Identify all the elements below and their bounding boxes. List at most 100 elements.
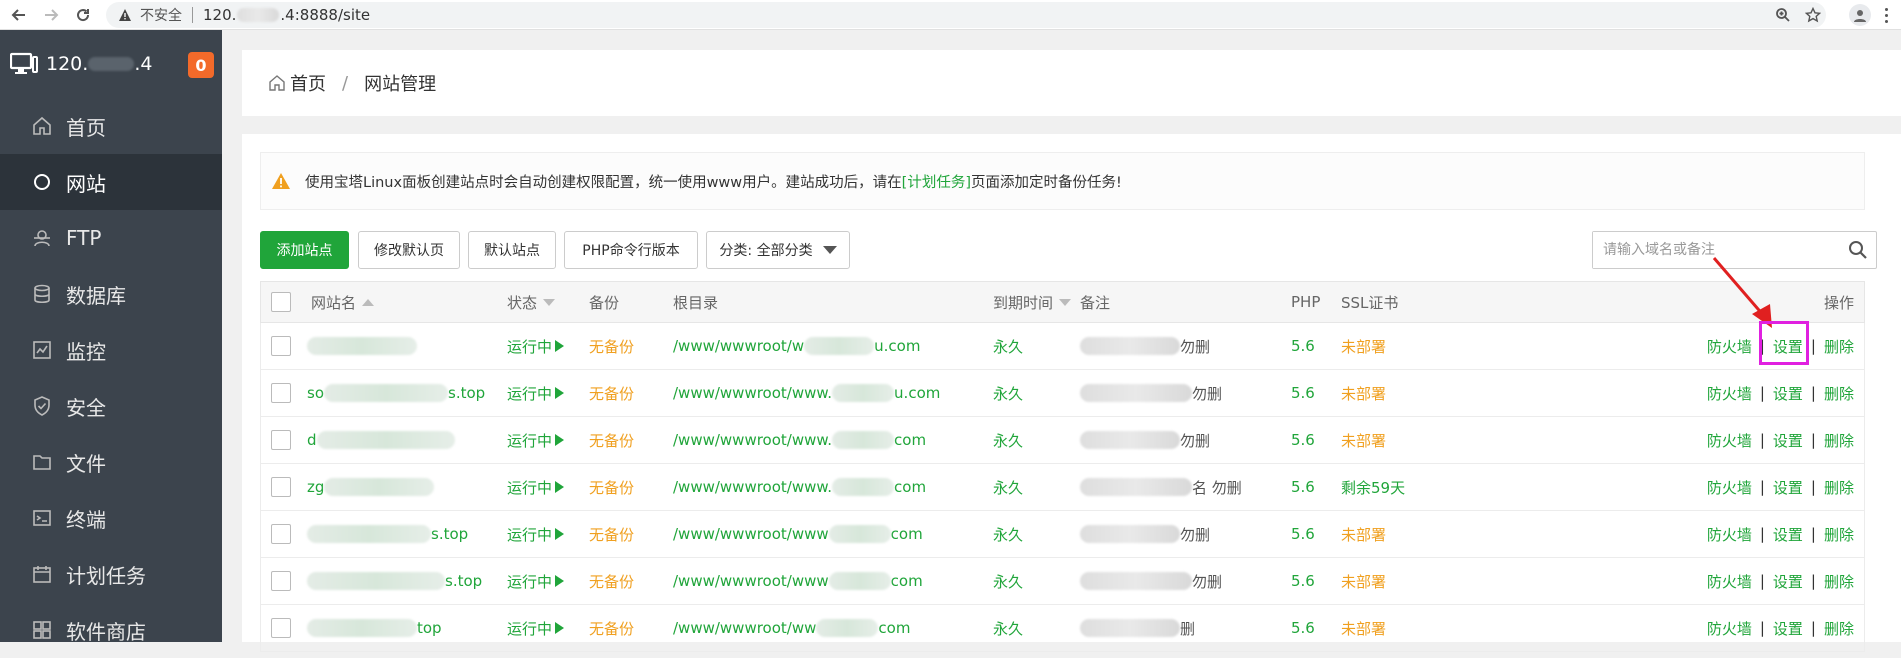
sidebar-item-terminal[interactable]: 终端 xyxy=(0,490,222,546)
add-site-button[interactable]: 添加站点 xyxy=(260,231,349,269)
status-toggle[interactable]: 运行中 xyxy=(507,464,565,510)
site-name-link[interactable]: top xyxy=(307,605,442,651)
delete-link[interactable]: 删除 xyxy=(1824,524,1854,545)
cron-task-link[interactable]: [计划任务] xyxy=(902,171,971,192)
sidebar-item-database[interactable]: 数据库 xyxy=(0,266,222,322)
backup-link[interactable]: 无备份 xyxy=(589,370,634,416)
status-toggle[interactable]: 运行中 xyxy=(507,511,565,557)
profile-avatar-icon[interactable] xyxy=(1849,4,1871,26)
backup-link[interactable]: 无备份 xyxy=(589,511,634,557)
root-path-link[interactable]: /www/wwwroot/www com xyxy=(673,511,923,557)
row-checkbox[interactable] xyxy=(271,571,291,591)
site-name-link[interactable] xyxy=(307,323,417,369)
address-bar[interactable]: 不安全 120. .4:8888/site xyxy=(106,2,1826,28)
row-checkbox[interactable] xyxy=(271,618,291,638)
expire-link[interactable]: 永久 xyxy=(993,370,1023,416)
select-all-checkbox[interactable] xyxy=(271,292,291,312)
search-input[interactable] xyxy=(1593,232,1833,268)
status-toggle[interactable]: 运行中 xyxy=(507,323,565,369)
remark-cell[interactable]: 勿删 xyxy=(1080,370,1222,416)
php-version-link[interactable]: 5.6 xyxy=(1291,370,1315,416)
breadcrumb-home-link[interactable]: 首页 xyxy=(290,70,326,96)
default-site-button[interactable]: 默认站点 xyxy=(468,231,556,269)
sidebar-item-app-store[interactable]: 软件商店 xyxy=(0,602,222,658)
remark-cell[interactable]: 名 勿删 xyxy=(1080,464,1242,510)
settings-link[interactable]: 设置 xyxy=(1773,524,1803,545)
zoom-icon[interactable] xyxy=(1770,2,1796,28)
forward-icon[interactable] xyxy=(38,2,64,28)
firewall-link[interactable]: 防火墙 xyxy=(1707,336,1752,357)
sort-by-name[interactable]: 网站名 xyxy=(311,282,375,322)
sidebar-item-home[interactable]: 首页 xyxy=(0,98,222,154)
sidebar-item-ftp[interactable]: FTP xyxy=(0,210,222,266)
settings-link[interactable]: 设置 xyxy=(1773,477,1803,498)
delete-link[interactable]: 删除 xyxy=(1824,430,1854,451)
status-toggle[interactable]: 运行中 xyxy=(507,605,565,651)
settings-link[interactable]: 设置 xyxy=(1773,571,1803,592)
modify-default-page-button[interactable]: 修改默认页 xyxy=(358,231,460,269)
sort-by-status[interactable]: 状态 xyxy=(507,282,556,322)
ssl-status-link[interactable]: 未部署 xyxy=(1341,511,1386,557)
site-name-link[interactable]: so s.top xyxy=(307,370,485,416)
browser-menu-icon[interactable] xyxy=(1879,4,1893,26)
search-box[interactable] xyxy=(1592,231,1877,269)
delete-link[interactable]: 删除 xyxy=(1824,477,1854,498)
reload-icon[interactable] xyxy=(70,2,96,28)
root-path-link[interactable]: /www/wwwroot/w u.com xyxy=(673,323,920,369)
remark-cell[interactable]: 勿删 xyxy=(1080,558,1222,604)
expire-link[interactable]: 永久 xyxy=(993,511,1023,557)
row-checkbox[interactable] xyxy=(271,477,291,497)
php-version-link[interactable]: 5.6 xyxy=(1291,464,1315,510)
remark-cell[interactable]: 勿删 xyxy=(1080,511,1210,557)
backup-link[interactable]: 无备份 xyxy=(589,417,634,463)
sidebar-item-website[interactable]: 网站 xyxy=(0,154,222,210)
backup-link[interactable]: 无备份 xyxy=(589,323,634,369)
firewall-link[interactable]: 防火墙 xyxy=(1707,618,1752,639)
sidebar-item-security[interactable]: 安全 xyxy=(0,378,222,434)
search-icon[interactable] xyxy=(1848,240,1868,260)
firewall-link[interactable]: 防火墙 xyxy=(1707,524,1752,545)
php-version-link[interactable]: 5.6 xyxy=(1291,605,1315,651)
firewall-link[interactable]: 防火墙 xyxy=(1707,571,1752,592)
ssl-status-link[interactable]: 未部署 xyxy=(1341,417,1386,463)
status-toggle[interactable]: 运行中 xyxy=(507,370,565,416)
notification-badge[interactable]: 0 xyxy=(188,52,214,78)
firewall-link[interactable]: 防火墙 xyxy=(1707,477,1752,498)
category-select[interactable]: 分类: 全部分类 xyxy=(706,231,850,269)
row-checkbox[interactable] xyxy=(271,383,291,403)
remark-cell[interactable]: 勿删 xyxy=(1080,323,1210,369)
php-version-link[interactable]: 5.6 xyxy=(1291,558,1315,604)
php-cli-version-button[interactable]: PHP命令行版本 xyxy=(564,231,698,269)
row-checkbox[interactable] xyxy=(271,336,291,356)
php-version-link[interactable]: 5.6 xyxy=(1291,511,1315,557)
backup-link[interactable]: 无备份 xyxy=(589,605,634,651)
backup-link[interactable]: 无备份 xyxy=(589,464,634,510)
status-toggle[interactable]: 运行中 xyxy=(507,558,565,604)
sidebar-item-cron[interactable]: 计划任务 xyxy=(0,546,222,602)
settings-link[interactable]: 设置 xyxy=(1773,383,1803,404)
firewall-link[interactable]: 防火墙 xyxy=(1707,430,1752,451)
row-checkbox[interactable] xyxy=(271,524,291,544)
root-path-link[interactable]: /www/wwwroot/www. com xyxy=(673,417,926,463)
sort-by-expire[interactable]: 到期时间 xyxy=(993,282,1072,322)
ssl-status-link[interactable]: 未部署 xyxy=(1341,370,1386,416)
status-toggle[interactable]: 运行中 xyxy=(507,417,565,463)
expire-link[interactable]: 永久 xyxy=(993,605,1023,651)
root-path-link[interactable]: /www/wwwroot/ww com xyxy=(673,605,910,651)
back-icon[interactable] xyxy=(6,2,32,28)
settings-link[interactable]: 设置 xyxy=(1773,618,1803,639)
ssl-status-link[interactable]: 未部署 xyxy=(1341,605,1386,651)
ssl-status-link[interactable]: 未部署 xyxy=(1341,323,1386,369)
root-path-link[interactable]: /www/wwwroot/www com xyxy=(673,558,923,604)
settings-link[interactable]: 设置 xyxy=(1773,430,1803,451)
delete-link[interactable]: 删除 xyxy=(1824,571,1854,592)
root-path-link[interactable]: /www/wwwroot/www. u.com xyxy=(673,370,940,416)
bookmark-star-icon[interactable] xyxy=(1800,2,1826,28)
site-name-link[interactable]: s.top xyxy=(307,511,468,557)
expire-link[interactable]: 永久 xyxy=(993,323,1023,369)
sidebar-item-files[interactable]: 文件 xyxy=(0,434,222,490)
delete-link[interactable]: 删除 xyxy=(1824,336,1854,357)
delete-link[interactable]: 删除 xyxy=(1824,618,1854,639)
backup-link[interactable]: 无备份 xyxy=(589,558,634,604)
expire-link[interactable]: 永久 xyxy=(993,558,1023,604)
